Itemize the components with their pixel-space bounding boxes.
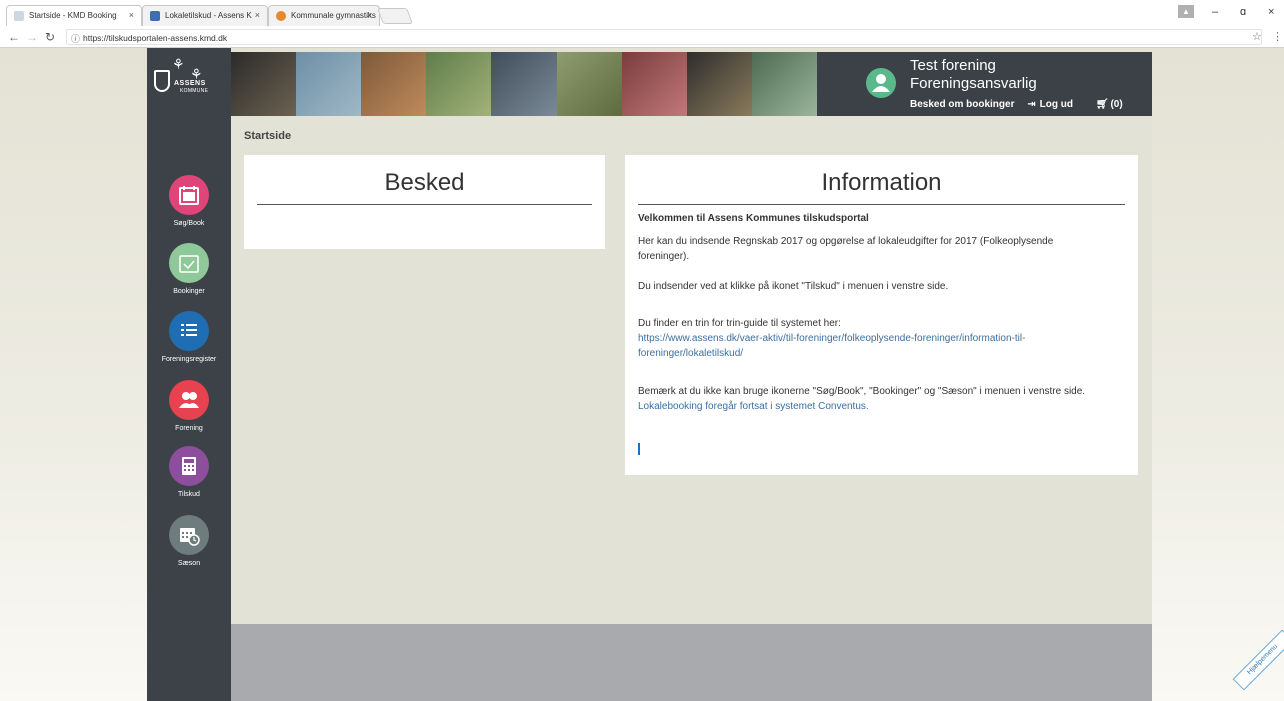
logo-name: ASSENS	[174, 80, 206, 87]
organization-name: Test forening	[910, 57, 996, 74]
sidebar-item-tilskud[interactable]: Tilskud	[147, 446, 231, 498]
info-icon[interactable]: ⓘ	[71, 32, 80, 45]
sidebar-item-bookinger[interactable]: Bookinger	[147, 243, 231, 295]
calendar-clock-icon	[169, 515, 209, 555]
page-favicon-icon	[276, 11, 286, 21]
assens-logo[interactable]: ⚘ ⚘ ASSENS KOMMUNE	[152, 56, 222, 102]
close-tab-icon[interactable]: ×	[255, 10, 260, 20]
user-role: Foreningsansvarlig	[910, 75, 1037, 92]
cart-link[interactable]: 🛒︎ (0)	[1096, 99, 1133, 110]
sidebar-item-label: Bookinger	[173, 288, 205, 295]
booking-notification-link[interactable]: Besked om bookinger	[910, 99, 1014, 110]
banner-photo-collage	[231, 52, 817, 116]
sidebar-item-saeson[interactable]: Sæson	[147, 515, 231, 567]
back-icon[interactable]: ←	[8, 30, 20, 44]
bookmark-star-icon[interactable]: ☆	[1252, 30, 1262, 43]
browser-tab-label: Startside - KMD Booking	[29, 11, 117, 20]
sidebar-item-label: Forening	[175, 425, 203, 432]
browser-tab[interactable]: Lokaletilskud - Assens K ×	[142, 5, 268, 26]
logo-sub: KOMMUNE	[180, 88, 209, 94]
logo-symbol-icon: ⚘	[172, 56, 185, 72]
page-footer	[231, 624, 1152, 701]
calculator-icon	[169, 446, 209, 486]
address-bar-row: ← → ↻ ⓘ https://tilskudsportalen-assens.…	[0, 26, 1284, 48]
info-paragraph: Lokalebooking foregår fortsat i systemet…	[638, 401, 869, 412]
calendar-grid-icon	[169, 175, 209, 215]
guide-link[interactable]: https://www.assens.dk/vaer-aktiv/til-for…	[638, 331, 1025, 346]
divider	[257, 204, 592, 205]
logout-icon: ⇥	[1027, 99, 1036, 110]
information-card: Information	[625, 155, 1138, 475]
browser-tab-bar: Startside - KMD Booking × Lokaletilskud …	[0, 0, 1284, 26]
info-paragraph: Her kan du indsende Regnskab 2017 og opg…	[638, 236, 1054, 247]
sidebar-item-forening[interactable]: Forening	[147, 380, 231, 432]
reload-icon[interactable]: ↻	[45, 30, 55, 44]
calendar-check-icon	[169, 243, 209, 283]
info-paragraph: foreninger).	[638, 251, 690, 262]
sidebar-item-label: Sæson	[177, 560, 201, 567]
page-favicon-icon	[150, 11, 160, 21]
besked-title: Besked	[384, 169, 465, 196]
information-title: Information	[821, 169, 942, 196]
breadcrumb: Startside	[244, 130, 292, 142]
browser-tab[interactable]: Kommunale gymnastiks ×	[268, 5, 380, 26]
restore-icon[interactable]: ɑ	[1240, 6, 1246, 18]
text-cursor	[638, 443, 640, 455]
logout-label: Log ud	[1039, 99, 1073, 110]
cart-count: (0)	[1110, 99, 1123, 110]
sidebar-item-label: Foreningsregister	[161, 356, 217, 363]
logout-link[interactable]: ⇥ Log ud	[1027, 99, 1083, 110]
crest-icon	[154, 70, 170, 92]
sidebar	[147, 48, 231, 701]
sidebar-item-label: Tilskud	[178, 491, 200, 498]
close-tab-icon[interactable]: ×	[129, 10, 134, 20]
minimize-icon[interactable]: –	[1212, 6, 1218, 18]
sidebar-item-label: Søg/Book	[173, 220, 205, 227]
list-icon	[169, 311, 209, 351]
forward-icon[interactable]: →	[26, 30, 38, 44]
besked-card: Besked	[244, 155, 605, 249]
page-favicon-icon	[14, 11, 24, 21]
browser-tab[interactable]: Startside - KMD Booking ×	[6, 5, 142, 26]
cart-icon: 🛒︎	[1095, 99, 1109, 110]
divider	[638, 204, 1125, 205]
browser-tab-label: Kommunale gymnastiks	[291, 11, 376, 20]
url-input[interactable]: ⓘ https://tilskudsportalen-assens.kmd.dk	[66, 29, 1262, 45]
info-paragraph: Du indsender ved at klikke på ikonet "Ti…	[638, 281, 949, 292]
close-window-icon[interactable]: ×	[1268, 6, 1274, 18]
browser-menu-icon[interactable]: ⋮	[1272, 30, 1283, 43]
info-heading: Velkommen til Assens Kommunes tilskudspo…	[638, 213, 869, 224]
header-links: Besked om bookinger ⇥ Log ud 🛒︎ (0)	[910, 99, 1143, 110]
sidebar-item-sog-book[interactable]: Søg/Book	[147, 175, 231, 227]
profile-icon[interactable]: ▲	[1178, 5, 1194, 18]
user-avatar-icon[interactable]	[866, 68, 896, 98]
url-text: https://tilskudsportalen-assens.kmd.dk	[83, 33, 228, 43]
users-icon	[169, 380, 209, 420]
new-tab-button[interactable]	[377, 8, 413, 24]
sidebar-item-foreningsregister[interactable]: Foreningsregister	[147, 311, 231, 363]
info-paragraph: Du finder en trin for trin-guide til sys…	[638, 318, 841, 329]
close-tab-icon[interactable]: ×	[367, 10, 372, 20]
guide-link[interactable]: foreninger/lokaletilskud/	[638, 346, 743, 361]
browser-tab-label: Lokaletilskud - Assens K	[165, 11, 252, 20]
info-paragraph: Bemærk at du ikke kan bruge ikonerne "Sø…	[638, 386, 1086, 397]
